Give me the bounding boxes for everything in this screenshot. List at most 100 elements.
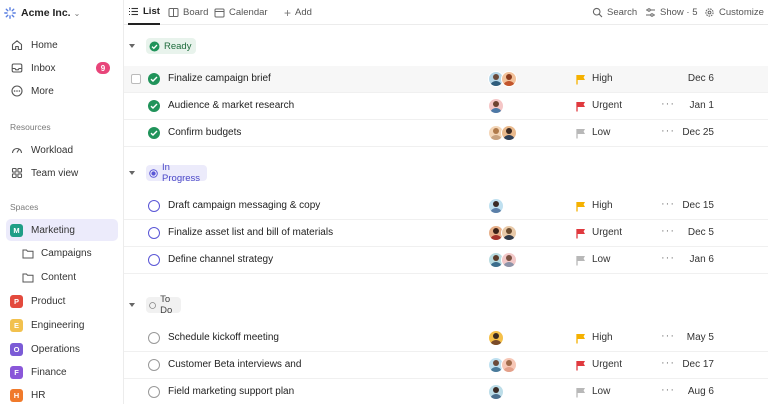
- task-title[interactable]: Customer Beta interviews and: [168, 359, 301, 370]
- task-title[interactable]: Finalize asset list and bill of material…: [168, 227, 333, 238]
- task-row[interactable]: Field marketing support plan Low ··· Aug…: [124, 379, 768, 404]
- more-options-icon[interactable]: ···: [661, 98, 675, 110]
- folder-campaigns[interactable]: Campaigns: [22, 242, 118, 264]
- tab-board[interactable]: Board: [168, 0, 208, 25]
- assignees[interactable]: [488, 125, 517, 141]
- sidebar-item-home[interactable]: Home: [6, 34, 118, 56]
- space-operations[interactable]: O Operations: [6, 338, 118, 360]
- space-marketing[interactable]: M Marketing: [6, 219, 118, 241]
- spaces-section-label: Spaces: [10, 202, 39, 212]
- task-row[interactable]: Finalize campaign brief High Dec 6: [124, 66, 768, 93]
- task-title[interactable]: Audience & market research: [168, 100, 294, 111]
- inbox-icon: [10, 62, 23, 75]
- assignees[interactable]: [488, 330, 504, 346]
- workspace-switcher[interactable]: Acme Inc. ⌄: [4, 4, 80, 22]
- sidebar-item-more[interactable]: More: [6, 80, 118, 102]
- task-title[interactable]: Define channel strategy: [168, 254, 273, 265]
- add-view-button[interactable]: + Add: [284, 0, 312, 25]
- more-options-icon[interactable]: ···: [661, 357, 675, 369]
- collapse-caret-icon[interactable]: [129, 44, 135, 48]
- more-options-icon[interactable]: ···: [661, 125, 675, 137]
- task-title[interactable]: Finalize campaign brief: [168, 73, 271, 84]
- more-options-icon[interactable]: ···: [661, 225, 675, 237]
- check-circle-icon: [149, 41, 160, 51]
- status-in-progress-icon[interactable]: [148, 254, 160, 266]
- assignees[interactable]: [488, 357, 517, 373]
- search-button[interactable]: Search: [592, 0, 637, 25]
- assignees[interactable]: [488, 198, 504, 214]
- assignees[interactable]: [488, 252, 517, 268]
- task-row[interactable]: Finalize asset list and bill of material…: [124, 220, 768, 247]
- more-options-icon[interactable]: ···: [661, 384, 675, 396]
- assignees[interactable]: [488, 98, 504, 114]
- more-options-icon[interactable]: ···: [661, 198, 675, 210]
- priority-label[interactable]: Urgent: [592, 227, 622, 238]
- avatar: [501, 71, 517, 87]
- due-date[interactable]: Dec 15: [676, 200, 714, 211]
- collapse-caret-icon[interactable]: [129, 171, 135, 175]
- priority-label[interactable]: High: [592, 200, 613, 211]
- task-row[interactable]: Confirm budgets Low ··· Dec 25: [124, 120, 768, 147]
- status-todo-icon[interactable]: [148, 332, 160, 344]
- sidebar: Acme Inc. ⌄ Home Inbox 9 More Resources …: [0, 0, 124, 404]
- assignees[interactable]: [488, 384, 504, 400]
- priority-label[interactable]: Urgent: [592, 359, 622, 370]
- due-date[interactable]: Dec 25: [676, 127, 714, 138]
- due-date[interactable]: Dec 17: [676, 359, 714, 370]
- due-date[interactable]: May 5: [676, 332, 714, 343]
- task-title[interactable]: Field marketing support plan: [168, 386, 294, 397]
- due-date[interactable]: Dec 6: [676, 73, 714, 84]
- tab-calendar[interactable]: Calendar: [214, 0, 268, 25]
- assignees[interactable]: [488, 71, 517, 87]
- priority-label[interactable]: Low: [592, 386, 610, 397]
- due-date[interactable]: Jan 1: [676, 100, 714, 111]
- status-todo-icon[interactable]: [148, 386, 160, 398]
- due-date[interactable]: Dec 5: [676, 227, 714, 238]
- priority-label[interactable]: Low: [592, 127, 610, 138]
- more-options-icon[interactable]: ···: [661, 252, 675, 264]
- status-todo-icon[interactable]: [148, 359, 160, 371]
- tab-label: Board: [183, 7, 209, 18]
- sidebar-item-inbox[interactable]: Inbox 9: [6, 57, 118, 79]
- sidebar-item-label: Home: [31, 39, 58, 51]
- due-date[interactable]: Aug 6: [676, 386, 714, 397]
- space-engineering[interactable]: E Engineering: [6, 314, 118, 336]
- status-in-progress-icon[interactable]: [148, 227, 160, 239]
- task-row[interactable]: Draft campaign messaging & copy High ···…: [124, 193, 768, 220]
- task-title[interactable]: Schedule kickoff meeting: [168, 332, 279, 343]
- folder-content[interactable]: Content: [22, 266, 118, 288]
- show-fields-button[interactable]: Show · 5: [645, 0, 698, 25]
- task-title[interactable]: Confirm budgets: [168, 127, 241, 138]
- assignees[interactable]: [488, 225, 517, 241]
- sidebar-item-workload[interactable]: Workload: [6, 139, 118, 161]
- priority-label[interactable]: Low: [592, 254, 610, 265]
- task-row[interactable]: Audience & market research Urgent ··· Ja…: [124, 93, 768, 120]
- task-row[interactable]: Define channel strategy Low ··· Jan 6: [124, 247, 768, 274]
- space-product[interactable]: P Product: [6, 290, 118, 312]
- select-checkbox[interactable]: [131, 74, 141, 84]
- more-options-icon[interactable]: ···: [661, 330, 675, 342]
- collapse-caret-icon[interactable]: [129, 303, 135, 307]
- space-finance[interactable]: F Finance: [6, 361, 118, 383]
- task-title[interactable]: Draft campaign messaging & copy: [168, 200, 320, 211]
- priority-flag-icon: [576, 129, 585, 139]
- priority-label[interactable]: High: [592, 73, 613, 84]
- status-in-progress-icon[interactable]: [148, 200, 160, 212]
- tab-list[interactable]: List: [128, 0, 160, 25]
- space-label: Finance: [31, 366, 67, 378]
- customize-button[interactable]: Customize: [704, 0, 764, 25]
- due-date[interactable]: Jan 6: [676, 254, 714, 265]
- avatar: [488, 384, 504, 400]
- space-avatar: H: [10, 388, 23, 402]
- priority-label[interactable]: Urgent: [592, 100, 622, 111]
- status-done-icon[interactable]: [148, 100, 160, 112]
- sidebar-item-team-view[interactable]: Team view: [6, 162, 118, 184]
- customize-label: Customize: [719, 7, 764, 18]
- plus-icon: +: [284, 5, 292, 20]
- task-row[interactable]: Customer Beta interviews and Urgent ··· …: [124, 352, 768, 379]
- status-done-icon[interactable]: [148, 73, 160, 85]
- space-hr[interactable]: H HR: [6, 384, 118, 404]
- priority-label[interactable]: High: [592, 332, 613, 343]
- task-row[interactable]: Schedule kickoff meeting High ··· May 5: [124, 325, 768, 352]
- status-done-icon[interactable]: [148, 127, 160, 139]
